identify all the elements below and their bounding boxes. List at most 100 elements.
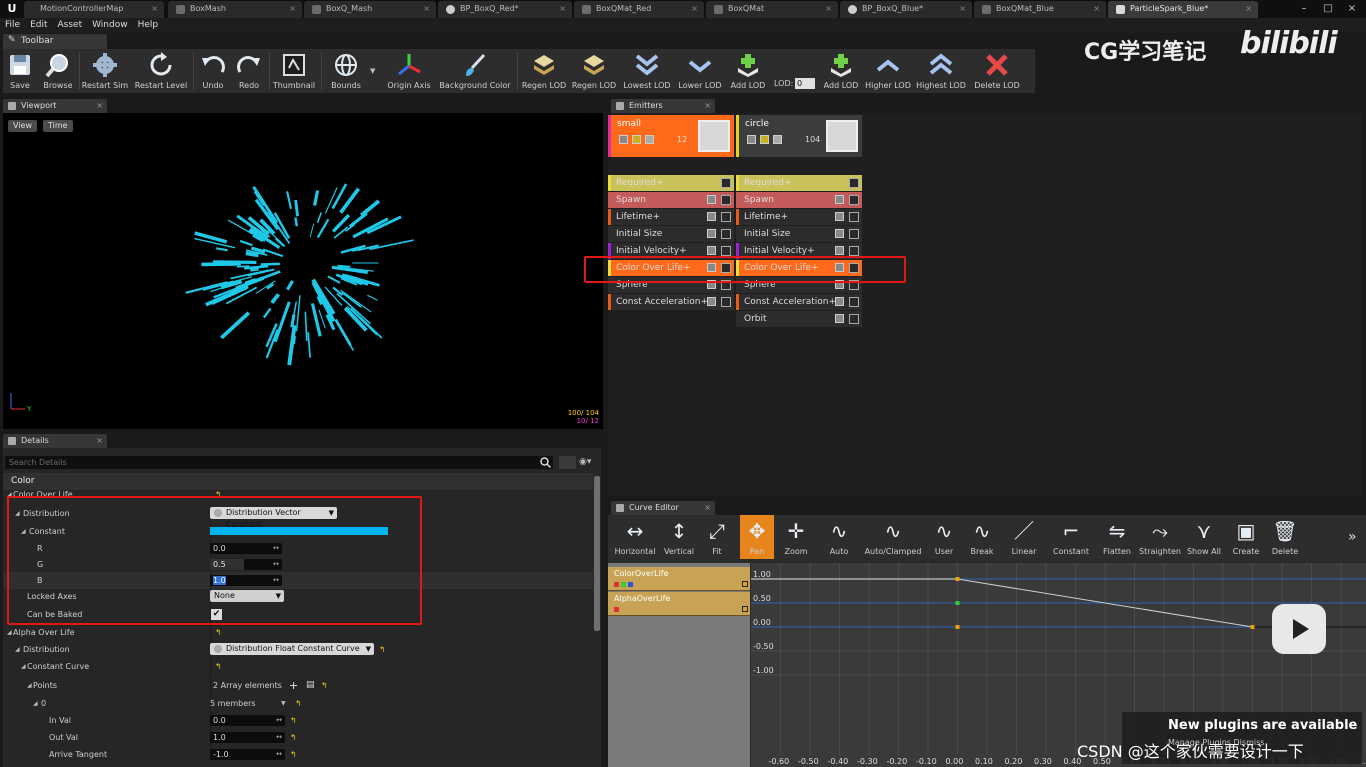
module-lifetime[interactable]: Lifetime+	[736, 209, 862, 225]
curve-auto-clamped-button[interactable]: ∿ Auto/Clamped	[862, 515, 924, 559]
curve-track-alphaoverlife[interactable]: AlphaOverLife	[608, 592, 750, 616]
delete-lod-button[interactable]: Delete LOD	[969, 49, 1025, 93]
module-enable-checkbox[interactable]	[835, 195, 844, 204]
close-icon[interactable]: ×	[704, 501, 711, 515]
add-icon[interactable]: +	[289, 677, 298, 694]
curve-straighten-button[interactable]: ⤳ Straighten	[1138, 515, 1182, 559]
module-lifetime[interactable]: Lifetime+	[608, 209, 734, 225]
lowest-lod-button[interactable]: Lowest LOD	[619, 49, 675, 93]
curve-editor-panel-tab[interactable]: Curve Editor ×	[611, 501, 715, 515]
emitter-header-circle[interactable]: circle 104	[736, 115, 862, 157]
tab-bp-boxq-blue[interactable]: BP_BoxQ_Blue* ×	[840, 1, 972, 18]
module-const-acceleration[interactable]: Const Acceleration+	[608, 294, 734, 310]
module-enable-checkbox[interactable]	[707, 297, 716, 306]
trash-icon[interactable]: ▤	[306, 677, 315, 694]
details-panel-tab[interactable]: Details ×	[3, 434, 107, 448]
toolbar-panel-tab[interactable]: ✎ Toolbar	[3, 34, 107, 49]
curve-show-all-button[interactable]: ⋎ Show All	[1184, 515, 1224, 559]
menu-window[interactable]: Window	[87, 18, 133, 33]
emitter-header-small[interactable]: small 12	[608, 115, 734, 157]
module-required[interactable]: Required+	[736, 175, 862, 191]
red-channel-toggle[interactable]	[614, 582, 619, 587]
menu-edit[interactable]: Edit	[25, 18, 52, 33]
curve-create-button[interactable]: ▣ Create	[1228, 515, 1264, 559]
lower-lod-button[interactable]: Lower LOD	[675, 49, 725, 93]
expand-triangle-icon[interactable]: ◢	[27, 677, 32, 694]
module-initial-size[interactable]: Initial Size	[608, 226, 734, 242]
thumbnail-button[interactable]: Thumbnail	[271, 49, 317, 93]
module-enable-checkbox[interactable]	[707, 195, 716, 204]
curve-graph-icon[interactable]	[849, 314, 859, 324]
curve-graph-icon[interactable]	[849, 212, 859, 222]
curve-key-point[interactable]	[955, 577, 960, 581]
curve-graph-icon[interactable]	[849, 178, 859, 188]
reset-arrow-icon[interactable]: ↰	[215, 624, 222, 641]
close-icon[interactable]: ×	[151, 1, 158, 17]
enable-checkbox[interactable]	[747, 135, 756, 144]
close-icon[interactable]: ×	[423, 1, 430, 17]
menu-asset[interactable]: Asset	[53, 18, 88, 33]
origin-axis-button[interactable]: Origin Axis	[383, 49, 435, 93]
add-lod-button-2[interactable]: Add LOD	[819, 49, 863, 93]
close-icon[interactable]: ×	[289, 1, 296, 17]
category-color[interactable]: Color	[3, 473, 593, 490]
reset-arrow-icon[interactable]: ↰	[321, 677, 328, 694]
view-options-icon[interactable]	[559, 456, 576, 469]
module-orbit[interactable]: Orbit	[736, 311, 862, 327]
blue-channel-toggle[interactable]	[628, 582, 633, 587]
viewport-canvas[interactable]: View Time Y 100/ 104 10/ 12	[3, 113, 603, 429]
reset-arrow-icon[interactable]: ↰	[379, 641, 386, 658]
render-mode-icon[interactable]	[645, 135, 654, 144]
module-enable-checkbox[interactable]	[835, 229, 844, 238]
tab-bp-boxq-red[interactable]: BP_BoxQ_Red* ×	[438, 1, 572, 18]
search-details-input[interactable]: Search Details	[5, 456, 553, 469]
menu-help[interactable]: Help	[133, 18, 164, 33]
distribution-2-combo[interactable]: Distribution Float Constant Curve ▼	[210, 643, 374, 655]
tab-boxq-mash[interactable]: BoxQ_Mash ×	[304, 1, 436, 18]
save-button[interactable]: Save	[3, 49, 37, 93]
curve-graph-icon[interactable]	[721, 297, 731, 307]
close-icon[interactable]: ×	[825, 1, 832, 17]
curve-graph-icon[interactable]	[721, 178, 731, 188]
curve-graph-icon[interactable]	[849, 297, 859, 307]
curve-break-button[interactable]: ∿ Break	[964, 515, 1000, 559]
solo-icon[interactable]	[760, 135, 769, 144]
close-icon[interactable]: ×	[559, 1, 566, 17]
regen-lod-button[interactable]: Regen LOD	[519, 49, 569, 93]
reset-arrow-icon[interactable]: ↰	[295, 695, 302, 712]
chevron-down-icon[interactable]: ▼	[281, 695, 286, 712]
eye-icon[interactable]: ◉▾	[579, 456, 599, 469]
solo-icon[interactable]	[632, 135, 641, 144]
module-initial-size[interactable]: Initial Size	[736, 226, 862, 242]
bounds-button[interactable]: Bounds	[323, 49, 369, 93]
details-scrollbar[interactable]	[594, 476, 600, 631]
tab-boxqmat-red[interactable]: BoxQMat_Red ×	[574, 1, 704, 18]
restart-sim-button[interactable]: Restart Sim	[81, 49, 129, 93]
in-val-input[interactable]: 0.0 ↔	[210, 715, 285, 726]
restart-level-button[interactable]: Restart Level	[131, 49, 191, 93]
reset-arrow-icon[interactable]: ↰	[290, 712, 297, 729]
module-enable-checkbox[interactable]	[835, 246, 844, 255]
module-enable-checkbox[interactable]	[707, 229, 716, 238]
unreal-logo-icon[interactable]: U	[2, 1, 22, 17]
close-icon[interactable]: ×	[691, 1, 698, 17]
expand-triangle-icon[interactable]: ◢	[33, 695, 38, 712]
maximize-icon[interactable]: □	[1316, 0, 1340, 18]
curve-key-point[interactable]	[955, 625, 960, 629]
tab-boxqmat[interactable]: BoxQMat ×	[706, 1, 838, 18]
module-const-acceleration[interactable]: Const Acceleration+	[736, 294, 862, 310]
module-enable-checkbox[interactable]	[835, 297, 844, 306]
play-button-icon[interactable]	[1272, 604, 1326, 654]
module-enable-checkbox[interactable]	[835, 314, 844, 323]
module-enable-checkbox[interactable]	[707, 212, 716, 221]
close-icon[interactable]: ×	[1245, 1, 1252, 17]
curve-key-point[interactable]	[955, 601, 960, 605]
curve-graph-icon[interactable]	[721, 229, 731, 239]
expand-triangle-icon[interactable]: ◢	[21, 658, 26, 675]
out-val-input[interactable]: 1.0 ↔	[210, 732, 285, 743]
curve-key-point[interactable]	[1250, 625, 1255, 629]
curve-graph-icon[interactable]	[849, 229, 859, 239]
expand-triangle-icon[interactable]: ◢	[7, 624, 12, 641]
arrive-tangent-input[interactable]: -1.0 ↔	[210, 749, 285, 760]
emitter-column-circle[interactable]: circle 104 Required+ Spawn Lifetime+ Initia…	[736, 113, 862, 496]
